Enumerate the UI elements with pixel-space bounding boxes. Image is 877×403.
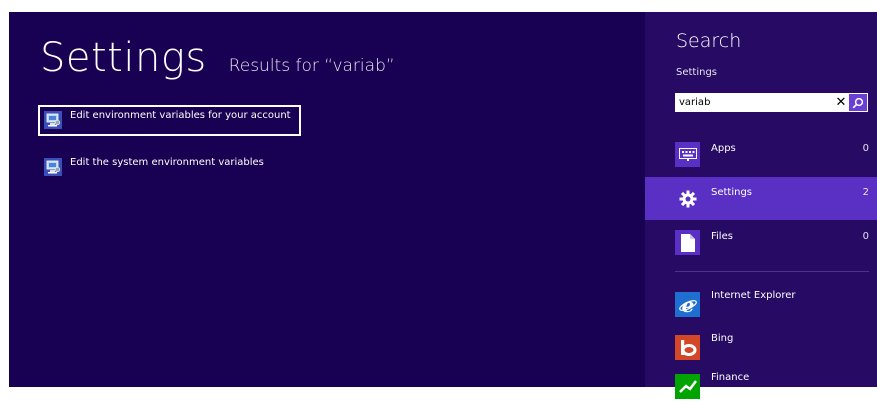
result-label: Edit the system environment variables [70,157,264,168]
results-heading: Settings Results for “variab” [40,38,395,78]
app-item-bing[interactable]: Bing [645,328,877,364]
page-title: Settings [40,35,207,81]
bing-icon [675,335,700,360]
apps-keyboard-icon [675,142,700,167]
result-label: Edit environment variables for your acco… [70,110,291,121]
search-input[interactable] [675,94,833,111]
search-results-area: Settings Results for “variab” Edit envir… [9,12,645,387]
category-count: 0 [862,231,869,242]
category-label: Settings [711,187,753,198]
app-label: Internet Explorer [711,290,796,301]
app-item-finance[interactable]: Finance [645,367,877,403]
search-category-files[interactable]: Files 0 [645,221,877,264]
file-icon [675,230,700,255]
search-scope-label: Settings [676,67,718,78]
search-box: ✕ [675,93,868,112]
search-icon [852,97,864,108]
clear-icon[interactable]: ✕ [833,94,849,111]
pane-divider [675,271,869,272]
search-category-apps[interactable]: Apps 0 [645,133,877,176]
settings-gear-icon [675,186,700,211]
results-subtitle: Results for “variab” [228,56,395,76]
app-item-internet-explorer[interactable]: e Internet Explorer [645,285,877,321]
category-label: Apps [711,143,736,154]
app-label: Finance [711,372,750,383]
system-properties-icon [44,158,62,176]
search-button[interactable] [849,94,867,111]
app-label: Bing [711,333,734,344]
search-pane-title: Search [676,30,742,52]
internet-explorer-icon: e [675,292,700,317]
category-count: 2 [862,187,869,198]
result-item-edit-user-env-vars[interactable]: Edit environment variables for your acco… [38,105,301,136]
result-item-edit-system-env-vars[interactable]: Edit the system environment variables [38,152,301,183]
category-count: 0 [862,143,869,154]
category-label: Files [711,231,733,242]
search-pane: Search Settings ✕ [645,12,877,399]
windows-search-screen: Settings Results for “variab” Edit envir… [0,0,877,399]
search-category-settings[interactable]: Settings 2 [645,177,877,220]
system-properties-icon [44,111,62,129]
